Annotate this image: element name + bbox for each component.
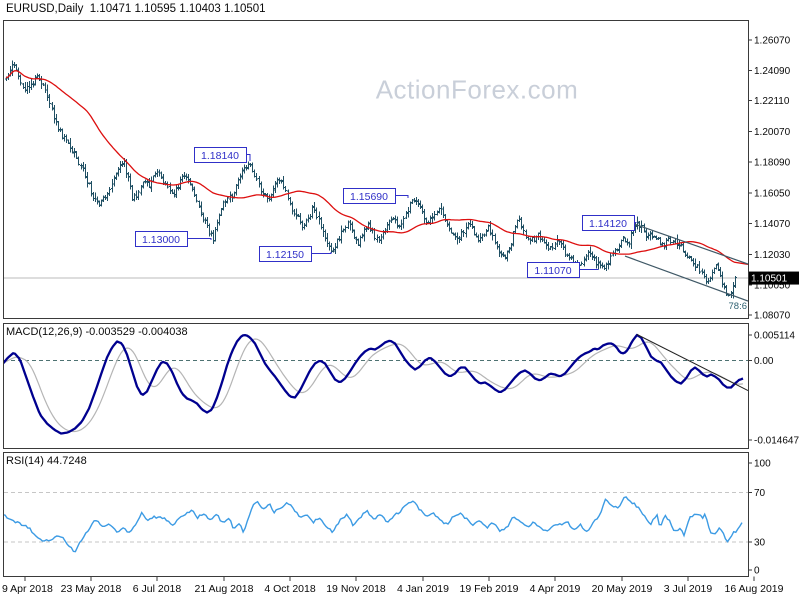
chart-window: ActionForex.com 1.13000 1.18140 1.12150 1.1… [0,0,800,600]
date-axis-label: 4 Apr 2019 [530,583,581,595]
date-axis-label: 19 Feb 2019 [460,583,519,595]
rsi-line [4,496,743,553]
annotation-connector [579,269,599,270]
rsi-pane [3,452,749,577]
price-axis-label: 1.08070 [754,311,791,322]
macd-pane [3,323,749,449]
date-axis-label: 9 Apr 2018 [2,583,53,595]
macd-main-line [4,333,744,435]
annotation-text: 1.18140 [201,150,239,162]
price-axis-label: 1.18090 [754,158,791,169]
date-axis-label: 19 Nov 2018 [326,583,386,595]
price-pane-border [3,20,749,319]
rsi-label: RSI(14) 44.7248 [6,455,87,467]
corner-text: 78:6 [729,301,748,312]
date-axis-label: 21 Aug 2018 [195,583,254,595]
macd-trendline[interactable] [636,334,748,391]
annotation-text: 1.12150 [266,249,304,261]
price-pane: 1.13000 1.18140 1.12150 1.15690 1.11070 1.141… [3,20,749,319]
annotation-text: 1.13000 [142,234,180,246]
annotation-text: 1.15690 [350,191,388,203]
date-axis-label: 16 Aug 2019 [725,583,784,595]
annotation-connector [311,252,332,254]
date-axis-label: 4 Jan 2019 [397,583,449,595]
price-axis-label: 1.20070 [754,127,791,138]
annotation-connector [395,195,409,198]
price-axis-label: 1.16050 [754,189,791,200]
chart-title: EURUSD,Daily 1.10471 1.10595 1.10403 1.1… [6,3,266,15]
ohlc-bars [5,60,737,299]
annotation-text: 1.14120 [589,218,627,230]
annotation-text: 1.11070 [534,265,571,277]
macd-axis-label: -0.014647 [754,436,799,447]
date-axis-label: 20 May 2019 [592,583,653,595]
macd-signal-line [4,338,744,433]
current-price-badge-text: 1.10501 [751,274,788,285]
price-axis-label: 1.12030 [754,250,791,261]
macd-axis-label: 0.00 [754,356,774,367]
annotation-connector [187,238,212,240]
date-axis-label: 23 May 2018 [61,583,122,595]
channel-upper-trendline[interactable] [616,217,748,265]
price-axis-label: 1.22110 [754,96,790,107]
chart-canvas: 1.13000 1.18140 1.12150 1.15690 1.11070 1.141… [2,20,799,595]
date-axis-label: 6 Jul 2018 [133,583,182,595]
date-axis-label: 4 Oct 2018 [264,583,316,595]
rsi-axis-label: 30 [754,538,766,549]
rsi-axis-label: 70 [754,488,766,499]
right-axis: 1.26070 1.24090 1.22110 1.20070 1.18090 1.160… [748,36,799,577]
rsi-pane-border [3,452,749,577]
price-axis-label: 1.26070 [754,36,791,47]
rsi-axis-label: 100 [754,459,771,470]
rsi-axis-label: 0 [754,566,760,577]
date-axis: 9 Apr 2018 23 May 2018 6 Jul 2018 21 Aug 20… [2,576,784,595]
macd-axis-label: 0.005114 [754,331,795,342]
macd-label: MACD(12,26,9) -0.003529 -0.004038 [6,326,188,338]
date-axis-label: 3 Jul 2019 [664,583,713,595]
price-axis-label: 1.24090 [754,66,791,77]
price-axis-label: 1.14070 [754,219,791,230]
